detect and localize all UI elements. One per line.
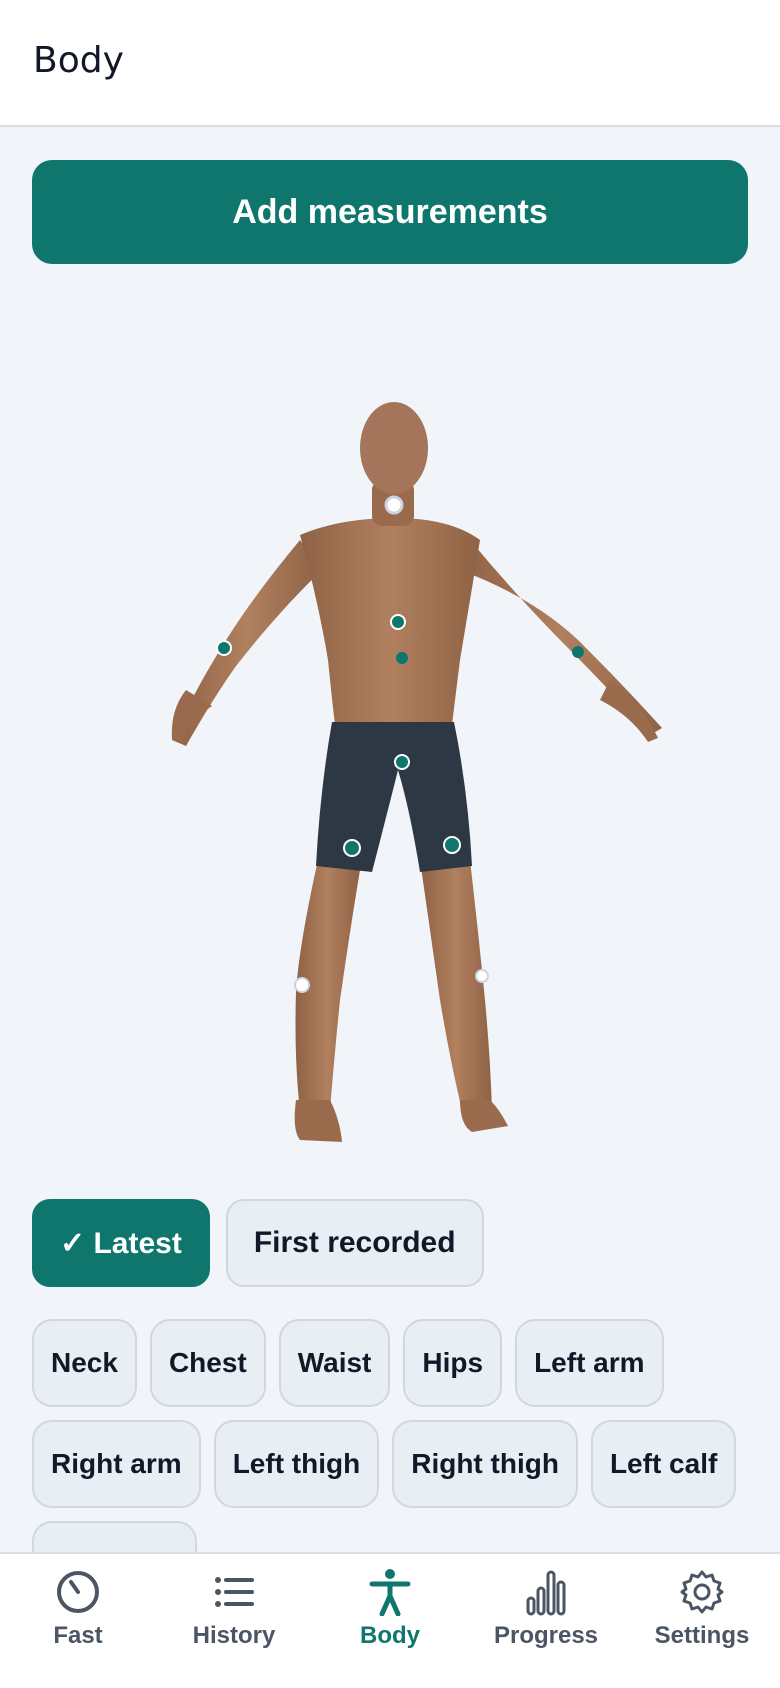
marker-chest: [390, 614, 406, 630]
tab-label: Progress: [493, 1622, 599, 1649]
marker-hips: [394, 754, 410, 770]
marker-left-calf: [475, 969, 489, 983]
first-recorded-toggle[interactable]: First recorded: [225, 1199, 484, 1287]
chip-neck[interactable]: Neck: [32, 1319, 137, 1407]
marker-right-calf: [294, 977, 310, 993]
chip-left-arm[interactable]: Left arm: [515, 1319, 664, 1407]
comparison-toggle: ✓ Latest First recorded: [32, 1199, 484, 1287]
tab-fast[interactable]: Fast: [0, 1554, 156, 1688]
tab-label: History: [192, 1622, 276, 1649]
list-icon: [215, 1577, 254, 1607]
top-app-bar: Body: [0, 0, 780, 127]
chip-left-calf[interactable]: Left calf: [590, 1420, 737, 1508]
tab-label: Settings: [654, 1622, 750, 1649]
chip-waist[interactable]: Waist: [278, 1319, 391, 1407]
chip-chest[interactable]: Chest: [149, 1319, 266, 1407]
tab-settings[interactable]: Settings: [624, 1554, 780, 1688]
marker-left-arm: [572, 646, 584, 658]
marker-neck: [384, 495, 404, 515]
page-title: Body: [33, 40, 124, 81]
add-measurements-button[interactable]: Add measurements: [32, 160, 748, 264]
chip-right-arm[interactable]: Right arm: [32, 1420, 201, 1508]
bar-chart-icon: [526, 1570, 566, 1616]
gear-icon: [680, 1570, 724, 1614]
body-model-viewer[interactable]: [0, 290, 780, 1170]
marker-waist: [396, 652, 408, 664]
chip-right-thigh[interactable]: Right thigh: [392, 1420, 578, 1508]
marker-right-arm: [216, 640, 232, 656]
body-figure: [171, 402, 662, 1142]
tab-label: Body: [360, 1622, 420, 1649]
gauge-icon: [57, 1571, 99, 1613]
tab-history[interactable]: History: [156, 1554, 312, 1688]
chip-hips[interactable]: Hips: [403, 1319, 503, 1407]
tab-body[interactable]: Body: [312, 1554, 468, 1688]
marker-right-thigh: [343, 839, 361, 857]
tab-label: Fast: [53, 1622, 103, 1649]
bottom-tab-bar: Fast History Body Progress Settings: [0, 1552, 780, 1688]
person-icon: [369, 1569, 411, 1616]
tab-progress[interactable]: Progress: [468, 1554, 624, 1688]
marker-left-thigh: [443, 836, 461, 854]
latest-toggle[interactable]: ✓ Latest: [32, 1199, 210, 1287]
chip-left-thigh[interactable]: Left thigh: [213, 1420, 380, 1508]
